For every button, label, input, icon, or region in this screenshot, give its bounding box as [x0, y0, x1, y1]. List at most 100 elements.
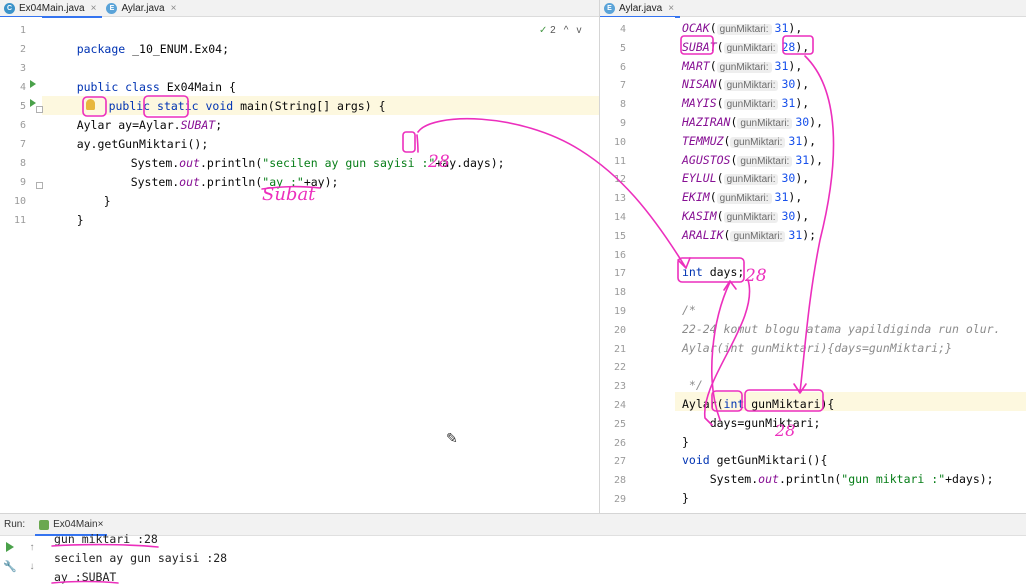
tab-ex04main[interactable]: C Ex04Main.java × — [0, 0, 103, 18]
line-number: 20 — [613, 324, 626, 336]
fold-icon[interactable] — [36, 106, 43, 113]
fold-icon[interactable] — [36, 182, 43, 189]
left-gutter: 1 2 3 4 5 6 7 8 9 10 11 — [0, 17, 43, 513]
enum-constant-aralik[interactable]: ARALIK(gunMiktari: 31); — [682, 226, 816, 246]
tab-label: Aylar.java — [619, 2, 663, 14]
line-number: 2 — [19, 44, 26, 55]
param-hint: gunMiktari: — [716, 61, 772, 73]
run-tool-window: Run: Ex04Main × 🔧 ↑ ↓ gun miktari :28 se… — [0, 513, 1026, 588]
close-tab-icon[interactable]: × — [91, 3, 97, 14]
line-number: 4 — [19, 82, 26, 93]
line-number: 18 — [613, 287, 626, 299]
param-hint: gunMiktari: — [723, 99, 779, 111]
param-hint: gunMiktari: — [730, 136, 786, 148]
param-hint: gunMiktari: — [716, 193, 772, 205]
java-enum-icon: E — [106, 2, 118, 14]
code-line-23[interactable]: */ — [682, 376, 703, 395]
close-tab-icon[interactable]: × — [668, 3, 674, 14]
line-number: 24 — [613, 400, 626, 411]
param-hint: gunMiktari: — [723, 212, 779, 223]
code-line-21[interactable]: Aylar(int gunMiktari){days=gunMiktari;} — [682, 339, 952, 358]
enum-constant-subat[interactable]: SUBAT(gunMiktari: 28), — [682, 38, 809, 58]
line-number: 3 — [19, 63, 26, 74]
param-hint: gunMiktari: — [737, 118, 793, 129]
enum-constant-eylul[interactable]: EYLUL(gunMiktari: 30), — [682, 169, 809, 189]
line-number: 22 — [613, 362, 626, 374]
tab-aylar-right[interactable]: E Aylar.java × — [600, 0, 681, 18]
rerun-icon[interactable] — [6, 542, 14, 552]
enum-constant-temmuz[interactable]: TEMMUZ(gunMiktari: 31), — [682, 132, 816, 152]
enum-constant-ocak[interactable]: OCAK(gunMiktari: 31), — [682, 19, 802, 39]
line-number: 19 — [613, 306, 626, 317]
code-line-20[interactable]: 22-24 komut blogu atama yapildiginda run… — [682, 320, 1001, 339]
enum-constant-agustos[interactable]: AGUSTOS(gunMiktari: 31), — [682, 151, 823, 171]
line-number: 8 — [19, 158, 26, 169]
wrench-icon[interactable]: 🔧 — [3, 560, 17, 573]
line-number: 8 — [619, 99, 626, 111]
console-output-line: gun miktari :28 — [54, 532, 158, 546]
close-tab-icon[interactable]: × — [171, 3, 177, 14]
line-number: 14 — [613, 212, 626, 223]
java-class-icon: C — [4, 2, 15, 14]
enum-constant-mayis[interactable]: MAYIS(gunMiktari: 31), — [682, 94, 809, 114]
code-line-10[interactable]: } — [49, 192, 84, 249]
previous-highlight-icon[interactable]: ^ — [564, 25, 569, 36]
right-gutter: 4 5 6 7 8 9 10 11 12 13 14 15 16 17 18 19 20 21 22 23 24 25 26… — [600, 17, 675, 513]
line-number: 6 — [619, 61, 626, 73]
enum-constant-mart[interactable]: MART(gunMiktari: 31), — [682, 57, 802, 77]
warning-count[interactable]: ✓ 2 — [539, 25, 556, 36]
line-number: 1 — [19, 25, 26, 36]
tab-label: Ex04Main.java — [19, 2, 85, 14]
inspection-widget[interactable]: ✓ 2 ^ v — [539, 25, 581, 36]
code-line-17[interactable]: int days; — [682, 263, 744, 282]
line-number: 21 — [613, 343, 626, 355]
code-line-28[interactable]: System.out.println("gun miktari :"+days)… — [682, 470, 994, 489]
param-hint: gunMiktari: — [737, 155, 793, 167]
pen-cursor-icon: ✎ — [446, 430, 458, 446]
code-line-29[interactable]: } — [682, 489, 689, 508]
line-number: 13 — [613, 193, 626, 205]
enum-constant-nisan[interactable]: NISAN(gunMiktari: 30), — [682, 75, 809, 95]
code-line-24[interactable]: Aylar(int gunMiktari){ — [682, 395, 834, 414]
right-editor-pane[interactable]: E Aylar.java × 4 5 6 7 8 9 10 11 12 13 14 15 16 17 18 1… — [600, 0, 1026, 513]
tab-aylar[interactable]: E Aylar.java × — [102, 0, 182, 17]
code-line-27[interactable]: void getGunMiktari(){ — [682, 451, 827, 470]
console-output-line: secilen ay gun sayisi :28 — [54, 551, 228, 565]
line-number: 12 — [613, 174, 626, 186]
console-output-line: ay :SUBAT — [54, 570, 117, 584]
line-number: 5 — [619, 42, 626, 54]
line-number: 5 — [19, 101, 26, 112]
scroll-down-icon[interactable]: ↓ — [30, 561, 35, 572]
check-icon: ✓ — [539, 25, 548, 36]
left-tab-bar: C Ex04Main.java × E Aylar.java × — [0, 0, 599, 18]
java-enum-icon: E — [604, 2, 615, 14]
line-number: 6 — [19, 120, 26, 131]
line-number: 7 — [19, 139, 26, 150]
enum-constant-haziran[interactable]: HAZIRAN(gunMiktari: 30), — [682, 113, 823, 133]
line-number: 9 — [619, 118, 626, 129]
scroll-up-icon[interactable]: ↑ — [30, 542, 35, 553]
line-number: 23 — [613, 381, 626, 393]
code-line-19[interactable]: /* — [682, 301, 696, 320]
line-number: 26 — [613, 437, 626, 449]
line-number: 16 — [613, 249, 626, 261]
param-hint: gunMiktari: — [730, 230, 786, 242]
param-hint: gunMiktari: — [716, 24, 772, 35]
line-number: 15 — [613, 230, 626, 242]
run-tab-label: Ex04Main — [53, 519, 98, 530]
run-toolbar: 🔧 — [0, 536, 20, 588]
param-hint: gunMiktari: — [723, 174, 779, 186]
next-highlight-icon[interactable]: v — [576, 25, 581, 36]
enum-constant-kasim[interactable]: KASIM(gunMiktari: 30), — [682, 207, 809, 227]
run-config-icon — [39, 519, 50, 530]
line-number: 7 — [619, 80, 626, 92]
close-run-tab-icon[interactable]: × — [98, 519, 104, 530]
param-hint: gunMiktari: — [723, 42, 779, 54]
code-line-25[interactable]: days=gunMiktari; — [682, 414, 821, 433]
code-line-26[interactable]: } — [682, 433, 689, 452]
run-class-icon[interactable] — [30, 80, 36, 88]
code-line-8[interactable]: System.out.println("ay :"+ay); — [103, 154, 339, 211]
left-editor-pane[interactable]: C Ex04Main.java × E Aylar.java × ✓ 2 ^ v… — [0, 0, 600, 513]
enum-constant-ekim[interactable]: EKIM(gunMiktari: 31), — [682, 188, 802, 208]
line-number: 10 — [613, 136, 626, 148]
